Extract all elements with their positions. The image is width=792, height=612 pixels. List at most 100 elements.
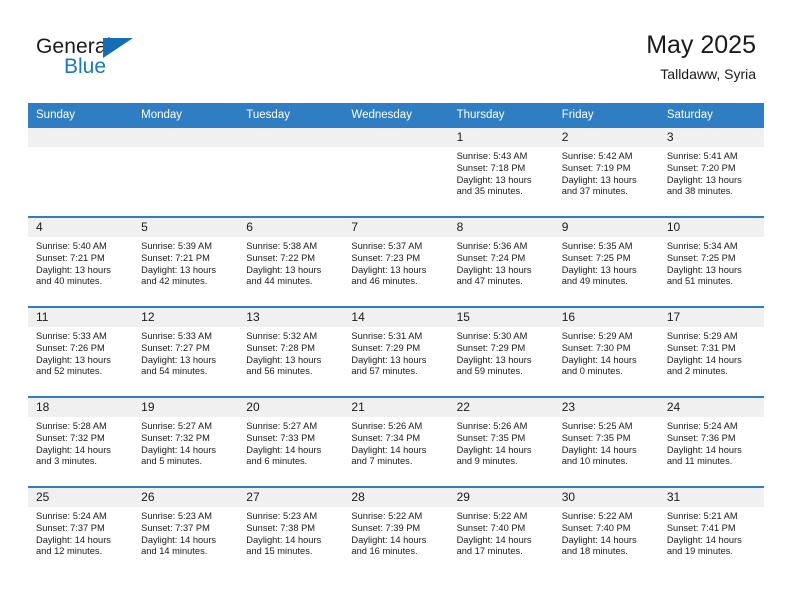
- day-details: Sunrise: 5:39 AM Sunset: 7:21 PM Daylight:…: [133, 237, 238, 288]
- calendar-day[interactable]: 26 Sunrise: 5:23 AM Sunset: 7:37 PM Dayligh…: [133, 488, 239, 576]
- calendar-day[interactable]: 20 Sunrise: 5:27 AM Sunset: 7:33 PM Dayligh…: [238, 398, 344, 486]
- day-details: Sunrise: 5:40 AM Sunset: 7:21 PM Daylight:…: [28, 237, 133, 288]
- day-details: Sunrise: 5:38 AM Sunset: 7:22 PM Daylight:…: [238, 237, 343, 288]
- day-number: 29: [448, 488, 554, 507]
- sunrise-text: Sunrise: 5:32 AM: [246, 331, 318, 341]
- sunrise-text: Sunrise: 5:22 AM: [561, 511, 633, 521]
- day-number: [28, 128, 134, 147]
- calendar-day[interactable]: 12 Sunrise: 5:33 AM Sunset: 7:27 PM Dayligh…: [133, 308, 239, 396]
- sunrise-text: Sunrise: 5:29 AM: [666, 331, 738, 341]
- sunrise-text: Sunrise: 5:37 AM: [351, 241, 423, 251]
- calendar-day[interactable]: 3 Sunrise: 5:41 AM Sunset: 7:20 PM Daylight…: [658, 128, 764, 216]
- daylight-text-line2: and 5 minutes.: [141, 456, 203, 467]
- daylight-text-line1: Daylight: 14 hours: [351, 534, 427, 545]
- calendar-cell: 4 Sunrise: 5:40 AM Sunset: 7:21 PM Daylight…: [28, 216, 134, 307]
- calendar-day[interactable]: 13 Sunrise: 5:32 AM Sunset: 7:28 PM Dayligh…: [238, 308, 344, 396]
- daylight-text-line2: and 35 minutes.: [456, 186, 523, 197]
- logo-triangle-icon: [103, 38, 133, 58]
- day-details: Sunrise: 5:37 AM Sunset: 7:23 PM Daylight:…: [343, 237, 448, 288]
- calendar-week-row: 25 Sunrise: 5:24 AM Sunset: 7:37 PM Dayligh…: [28, 486, 764, 576]
- sunset-text: Sunset: 7:25 PM: [561, 252, 631, 263]
- sunrise-text: Sunrise: 5:30 AM: [456, 331, 528, 341]
- calendar-day[interactable]: 14 Sunrise: 5:31 AM Sunset: 7:29 PM Dayligh…: [343, 308, 449, 396]
- calendar-cell: 16 Sunrise: 5:29 AM Sunset: 7:30 PM Dayligh…: [553, 306, 659, 397]
- sunrise-text: Sunrise: 5:31 AM: [351, 331, 423, 341]
- calendar-day[interactable]: 4 Sunrise: 5:40 AM Sunset: 7:21 PM Daylight…: [28, 218, 134, 306]
- calendar-cell: [133, 126, 239, 217]
- calendar-day[interactable]: 16 Sunrise: 5:29 AM Sunset: 7:30 PM Dayligh…: [553, 308, 659, 396]
- day-details: Sunrise: 5:23 AM Sunset: 7:37 PM Daylight:…: [133, 507, 238, 558]
- calendar-day[interactable]: 8 Sunrise: 5:36 AM Sunset: 7:24 PM Daylight…: [448, 218, 554, 306]
- calendar-day[interactable]: 9 Sunrise: 5:35 AM Sunset: 7:25 PM Daylight…: [553, 218, 659, 306]
- daylight-text-line2: and 56 minutes.: [246, 366, 313, 377]
- day-details: Sunrise: 5:30 AM Sunset: 7:29 PM Daylight:…: [449, 327, 554, 378]
- sunrise-text: Sunrise: 5:36 AM: [456, 241, 528, 251]
- calendar-day[interactable]: 1 Sunrise: 5:43 AM Sunset: 7:18 PM Daylight…: [448, 128, 554, 216]
- daylight-text-line2: and 46 minutes.: [351, 276, 418, 287]
- calendar-day[interactable]: 6 Sunrise: 5:38 AM Sunset: 7:22 PM Daylight…: [238, 218, 344, 306]
- calendar-day[interactable]: 31 Sunrise: 5:21 AM Sunset: 7:41 PM Dayligh…: [658, 488, 764, 576]
- sunset-text: Sunset: 7:35 PM: [561, 432, 631, 443]
- day-number: 16: [553, 308, 659, 327]
- calendar-day[interactable]: 28 Sunrise: 5:22 AM Sunset: 7:39 PM Dayligh…: [343, 488, 449, 576]
- calendar-cell: 15 Sunrise: 5:30 AM Sunset: 7:29 PM Dayligh…: [448, 306, 554, 397]
- calendar-day[interactable]: 17 Sunrise: 5:29 AM Sunset: 7:31 PM Dayligh…: [658, 308, 764, 396]
- daylight-text-line2: and 19 minutes.: [666, 546, 733, 557]
- calendar-cell: 26 Sunrise: 5:23 AM Sunset: 7:37 PM Dayligh…: [133, 486, 239, 576]
- sunrise-text: Sunrise: 5:22 AM: [351, 511, 423, 521]
- day-number: 23: [553, 398, 659, 417]
- daylight-text-line1: Daylight: 13 hours: [456, 354, 532, 365]
- daylight-text-line2: and 40 minutes.: [36, 276, 103, 287]
- calendar-cell: 10 Sunrise: 5:34 AM Sunset: 7:25 PM Dayligh…: [658, 216, 764, 307]
- day-number: 26: [133, 488, 239, 507]
- calendar-day[interactable]: 5 Sunrise: 5:39 AM Sunset: 7:21 PM Daylight…: [133, 218, 239, 306]
- calendar-day[interactable]: 24 Sunrise: 5:24 AM Sunset: 7:36 PM Dayligh…: [658, 398, 764, 486]
- daylight-text-line2: and 6 minutes.: [246, 456, 308, 467]
- calendar-day-empty: [238, 128, 344, 216]
- day-number: 15: [448, 308, 554, 327]
- calendar-day[interactable]: 25 Sunrise: 5:24 AM Sunset: 7:37 PM Dayligh…: [28, 488, 134, 576]
- daylight-text-line2: and 11 minutes.: [666, 456, 733, 467]
- calendar-day[interactable]: 18 Sunrise: 5:28 AM Sunset: 7:32 PM Dayligh…: [28, 398, 134, 486]
- calendar-day[interactable]: 22 Sunrise: 5:26 AM Sunset: 7:35 PM Dayligh…: [448, 398, 554, 486]
- calendar-cell: 11 Sunrise: 5:33 AM Sunset: 7:26 PM Dayligh…: [28, 306, 134, 397]
- calendar-day[interactable]: 11 Sunrise: 5:33 AM Sunset: 7:26 PM Dayligh…: [28, 308, 134, 396]
- calendar-day[interactable]: 30 Sunrise: 5:22 AM Sunset: 7:40 PM Dayligh…: [553, 488, 659, 576]
- calendar-day[interactable]: 23 Sunrise: 5:25 AM Sunset: 7:35 PM Dayligh…: [553, 398, 659, 486]
- daylight-text-line2: and 3 minutes.: [36, 456, 97, 467]
- calendar-cell: 7 Sunrise: 5:37 AM Sunset: 7:23 PM Daylight…: [343, 216, 449, 307]
- calendar-day[interactable]: 15 Sunrise: 5:30 AM Sunset: 7:29 PM Dayligh…: [448, 308, 554, 396]
- calendar-day[interactable]: 2 Sunrise: 5:42 AM Sunset: 7:19 PM Daylight…: [553, 128, 659, 216]
- general-blue-logo: General Blue: [36, 36, 226, 92]
- daylight-text-line2: and 49 minutes.: [561, 276, 628, 287]
- day-details: Sunrise: 5:34 AM Sunset: 7:25 PM Daylight:…: [659, 237, 764, 288]
- sunset-text: Sunset: 7:29 PM: [351, 342, 421, 353]
- calendar-day[interactable]: 7 Sunrise: 5:37 AM Sunset: 7:23 PM Daylight…: [343, 218, 449, 306]
- day-number: 24: [658, 398, 764, 417]
- daylight-text-line2: and 15 minutes.: [246, 546, 313, 557]
- calendar-body: 1 Sunrise: 5:43 AM Sunset: 7:18 PM Daylight…: [28, 126, 764, 576]
- weekday-header-thursday: Thursday: [448, 103, 554, 127]
- calendar-cell: [343, 126, 449, 217]
- sunrise-text: Sunrise: 5:28 AM: [36, 421, 107, 431]
- calendar-day[interactable]: 10 Sunrise: 5:34 AM Sunset: 7:25 PM Dayligh…: [658, 218, 764, 306]
- daylight-text-line1: Daylight: 14 hours: [456, 534, 532, 545]
- sunset-text: Sunset: 7:26 PM: [36, 342, 105, 353]
- sunset-text: Sunset: 7:34 PM: [351, 432, 421, 443]
- calendar-day[interactable]: 21 Sunrise: 5:26 AM Sunset: 7:34 PM Dayligh…: [343, 398, 449, 486]
- calendar-day[interactable]: 19 Sunrise: 5:27 AM Sunset: 7:32 PM Dayligh…: [133, 398, 239, 486]
- calendar-day[interactable]: 29 Sunrise: 5:22 AM Sunset: 7:40 PM Dayligh…: [448, 488, 554, 576]
- day-details: Sunrise: 5:25 AM Sunset: 7:35 PM Daylight:…: [554, 417, 659, 468]
- sunset-text: Sunset: 7:38 PM: [246, 522, 316, 533]
- sunset-text: Sunset: 7:41 PM: [666, 522, 736, 533]
- sunset-text: Sunset: 7:39 PM: [351, 522, 421, 533]
- sunrise-text: Sunrise: 5:33 AM: [141, 331, 212, 341]
- daylight-text-line1: Daylight: 13 hours: [666, 264, 742, 275]
- day-number: 11: [28, 308, 134, 327]
- daylight-text-line2: and 10 minutes.: [561, 456, 628, 467]
- calendar-page: General Blue May 2025 Talldaww, Syria Su…: [0, 0, 792, 612]
- daylight-text-line1: Daylight: 14 hours: [561, 534, 637, 545]
- calendar-day[interactable]: 27 Sunrise: 5:23 AM Sunset: 7:38 PM Dayligh…: [238, 488, 344, 576]
- day-number: 12: [133, 308, 239, 327]
- sunset-text: Sunset: 7:37 PM: [141, 522, 210, 533]
